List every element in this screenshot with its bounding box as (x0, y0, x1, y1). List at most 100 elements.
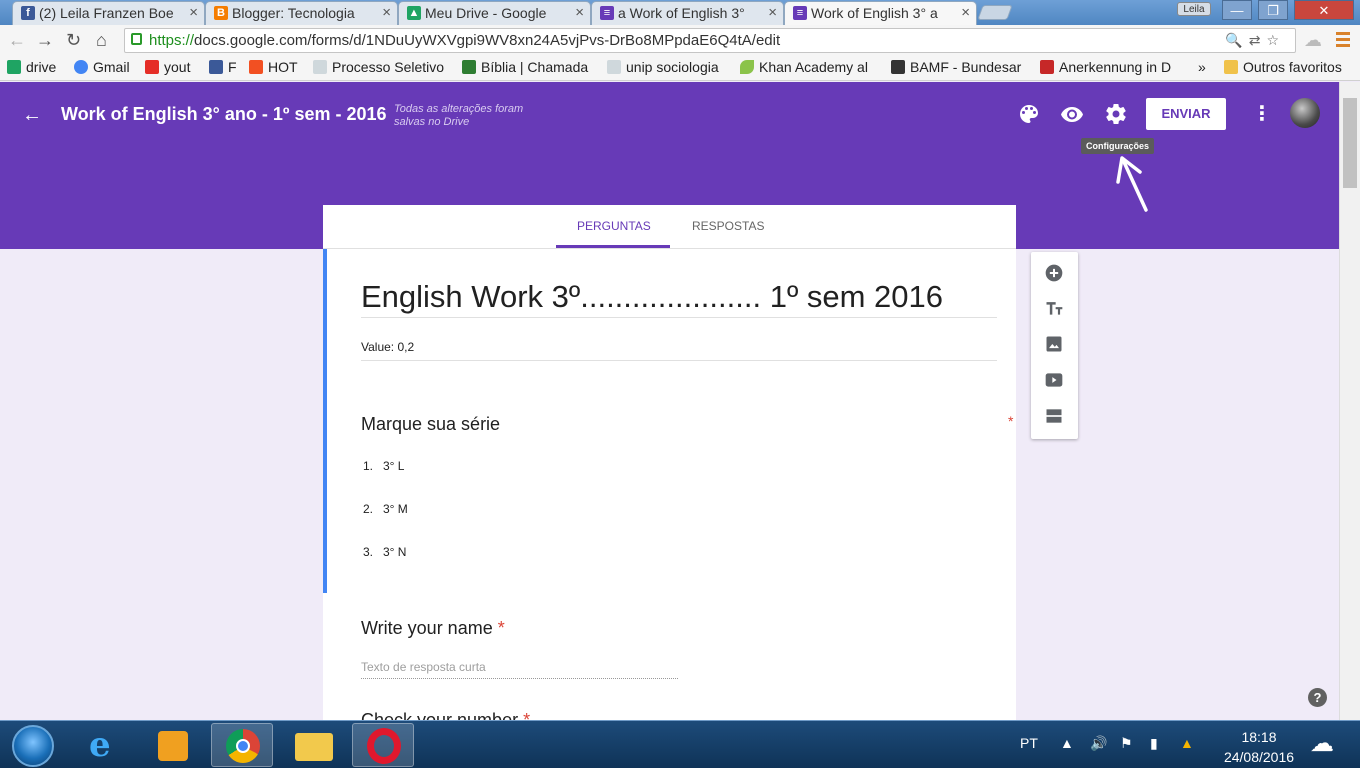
close-icon[interactable]: × (768, 4, 777, 21)
bookmark-label: Processo Seletivo (332, 59, 445, 75)
help-icon[interactable]: ? (1308, 688, 1327, 707)
reload-icon[interactable]: ↻ (66, 30, 81, 51)
taskbar-app-explorer[interactable] (283, 723, 345, 767)
close-icon[interactable]: × (382, 4, 391, 21)
close-icon[interactable]: × (575, 4, 584, 21)
scrollbar-thumb[interactable] (1343, 98, 1357, 188)
tab-responses[interactable]: RESPOSTAS (692, 219, 764, 233)
add-section-icon[interactable] (1044, 406, 1064, 426)
flag-icon[interactable]: ⚑ (1120, 735, 1133, 752)
eagle-icon (891, 60, 905, 74)
form-description[interactable]: Value: 0,2 (361, 340, 414, 354)
bookmark-item[interactable]: Bíblia | Chamada (462, 59, 588, 75)
form-title[interactable]: Work of English 3° ano - 1º sem - 2016 (61, 104, 387, 125)
zoom-icon[interactable]: 🔍 (1225, 32, 1248, 48)
list-item[interactable]: 1. 3° L (363, 459, 404, 473)
question-title[interactable]: Check your number * (361, 710, 530, 720)
browser-tab-active[interactable]: ≡ Work of English 3° a × (784, 1, 977, 25)
cloud-icon[interactable]: ☁ (1304, 30, 1322, 51)
bookmark-label: Gmail (93, 59, 130, 75)
bookmark-item[interactable]: Khan Academy al (740, 59, 868, 75)
bookmark-label: Outros favoritos (1243, 59, 1342, 75)
taskbar-app-chrome[interactable] (211, 723, 273, 767)
taskbar-app-media[interactable] (142, 723, 204, 767)
bookmark-item[interactable]: F (209, 59, 237, 75)
page-scrollbar[interactable] (1339, 82, 1360, 720)
taskbar-clock[interactable]: 18:18 24/08/2016 (1218, 727, 1300, 767)
send-button[interactable]: ENVIAR (1146, 98, 1226, 130)
question-text: Check your number (361, 710, 519, 720)
minimize-button[interactable]: — (1222, 0, 1252, 20)
list-item[interactable]: 2. 3° M (363, 502, 408, 516)
bookmark-item[interactable]: Processo Seletivo (313, 59, 444, 75)
divider (361, 317, 997, 318)
question-title[interactable]: Marque sua série (361, 414, 500, 435)
bookmark-item[interactable]: unip sociologia (607, 59, 719, 75)
avatar[interactable] (1290, 98, 1320, 128)
bookmarks-overflow-button[interactable]: » (1198, 59, 1206, 75)
bookmark-label: drive (26, 59, 57, 75)
browser-tab[interactable]: B Blogger: Tecnologia × (205, 1, 398, 25)
language-indicator[interactable]: PT (1020, 735, 1038, 751)
browser-tab[interactable]: f (2) Leila Franzen Boe × (12, 1, 205, 25)
youtube-icon (145, 60, 159, 74)
blogger-icon: B (214, 6, 228, 20)
add-video-icon[interactable] (1044, 370, 1064, 390)
add-title-icon[interactable] (1044, 298, 1064, 318)
pointer-arrow-annotation (1116, 156, 1148, 212)
opera-icon (367, 728, 401, 764)
form-document-title[interactable]: English Work 3º..................... 1º … (361, 279, 943, 315)
start-button[interactable] (12, 725, 54, 767)
more-vert-icon[interactable]: ⋮ (1252, 102, 1272, 126)
title-and-question-card[interactable]: English Work 3º..................... 1º … (323, 249, 1016, 593)
bookmark-item[interactable]: yout (145, 59, 190, 75)
bookmark-item[interactable]: drive (7, 59, 56, 75)
address-bar[interactable]: https://docs.google.com/forms/d/1NDuUyWX… (124, 28, 1296, 53)
window-close-button[interactable]: ✕ (1294, 0, 1354, 20)
add-image-icon[interactable] (1044, 334, 1064, 354)
new-tab-button[interactable] (977, 5, 1013, 20)
maximize-button[interactable]: ❐ (1258, 0, 1288, 20)
drive-tray-icon[interactable]: ▲ (1180, 735, 1194, 751)
taskbar-app-ie[interactable]: e (75, 723, 137, 767)
lock-icon (131, 33, 142, 45)
volume-icon[interactable]: 🔊 (1090, 735, 1107, 752)
bookmark-label: F (228, 59, 237, 75)
back-icon[interactable]: ← (8, 30, 26, 51)
tray-expand-icon[interactable]: ▲ (1060, 735, 1074, 751)
bookmark-item[interactable]: HOT (249, 59, 298, 75)
leaf-icon (740, 60, 754, 74)
tab-title: (2) Leila Franzen Boe (39, 5, 174, 21)
translate-icon[interactable]: ⇄ (1249, 32, 1267, 48)
profile-badge[interactable]: Leila (1177, 2, 1211, 16)
question-title[interactable]: Write your name * (361, 618, 505, 639)
bookmark-item[interactable]: Anerkennung in D (1040, 59, 1171, 75)
taskbar-app-opera[interactable] (352, 723, 414, 767)
form-editor: English Work 3º..................... 1º … (323, 249, 1016, 720)
browser-toolbar: ← → ↻ ⌂ https://docs.google.com/forms/d/… (0, 25, 1360, 56)
bookmark-item[interactable]: BAMF - Bundesar (891, 59, 1021, 75)
home-icon[interactable]: ⌂ (96, 30, 107, 51)
close-icon[interactable]: × (189, 4, 198, 21)
star-icon[interactable]: ☆ (1266, 32, 1285, 48)
preview-eye-icon[interactable] (1060, 102, 1084, 126)
bookmark-item[interactable]: Gmail (74, 59, 130, 75)
active-tab-indicator (556, 245, 670, 248)
add-question-icon[interactable] (1044, 263, 1064, 283)
chrome-menu-icon[interactable] (1336, 32, 1350, 50)
bookmark-item[interactable]: Outros favoritos (1224, 59, 1342, 75)
bookmark-label: Khan Academy al (759, 59, 868, 75)
onedrive-icon[interactable]: ☁ (1310, 729, 1334, 758)
omnibox-icons[interactable]: 🔍⇄☆ (1225, 32, 1285, 49)
tab-questions[interactable]: PERGUNTAS (577, 219, 651, 233)
browser-tab[interactable]: ▲ Meu Drive - Google × (398, 1, 591, 25)
close-icon[interactable]: × (961, 4, 970, 21)
network-icon[interactable]: ▮ (1150, 735, 1158, 752)
short-answer-field[interactable]: Texto de resposta curta (361, 660, 678, 679)
browser-tab[interactable]: ≡ a Work of English 3° × (591, 1, 784, 25)
palette-icon[interactable] (1017, 102, 1041, 126)
back-arrow-icon[interactable]: ← (22, 104, 42, 127)
forward-icon[interactable]: → (36, 30, 54, 51)
settings-gear-icon[interactable] (1104, 102, 1128, 126)
list-item[interactable]: 3. 3° N (363, 545, 406, 559)
